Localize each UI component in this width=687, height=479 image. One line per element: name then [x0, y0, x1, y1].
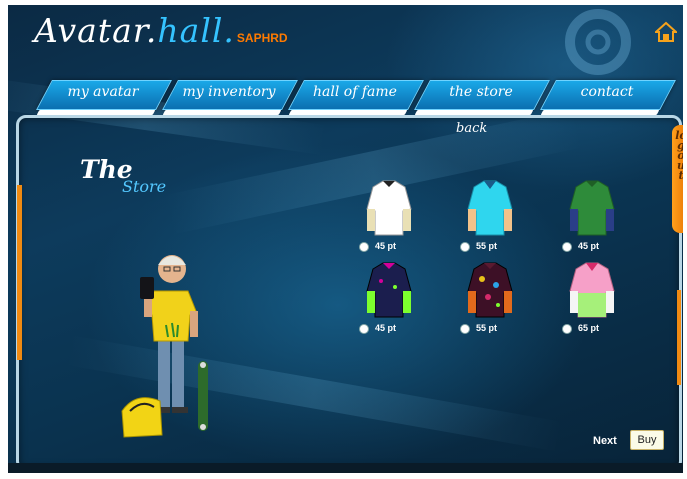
- tab-my-inventory[interactable]: my inventory: [162, 80, 298, 115]
- tab-label: my inventory: [182, 84, 276, 100]
- green-shirt-icon: [569, 180, 615, 236]
- store-item[interactable]: 45 pt: [359, 179, 419, 259]
- logo-avatar-text: Avatar.: [34, 11, 158, 50]
- cyan-polo-icon: [467, 180, 513, 236]
- store-item[interactable]: 45 pt: [359, 261, 419, 341]
- item-price: 55 pt: [460, 241, 530, 252]
- item-radio[interactable]: [359, 241, 369, 252]
- game-screen: Avatar.hall. SAPHRD my avatar my inventor…: [8, 5, 683, 473]
- tab-hall-of-fame[interactable]: hall of fame: [288, 80, 424, 115]
- item-price-text: 45 pt: [578, 241, 600, 251]
- next-button[interactable]: Next: [593, 435, 617, 447]
- logout-label[interactable]: logout: [675, 130, 683, 181]
- white-shirt-icon: [366, 180, 412, 236]
- tab-label: my avatar: [67, 84, 139, 100]
- item-radio[interactable]: [460, 241, 470, 252]
- item-price: 55 pt: [460, 323, 530, 334]
- item-price-text: 55 pt: [476, 241, 498, 251]
- tab-my-avatar[interactable]: my avatar: [36, 80, 172, 115]
- tab-contact[interactable]: contact: [540, 80, 676, 115]
- bottom-bar: [8, 463, 683, 473]
- home-icon[interactable]: [655, 21, 677, 43]
- item-price-text: 45 pt: [375, 241, 397, 251]
- item-price-text: 55 pt: [476, 323, 498, 333]
- item-price: 45 pt: [359, 241, 429, 252]
- store-item[interactable]: 65 pt: [562, 261, 622, 341]
- buy-button[interactable]: Buy: [630, 430, 664, 450]
- item-radio[interactable]: [359, 323, 369, 334]
- store-item[interactable]: 55 pt: [460, 179, 520, 259]
- tab-label: hall of fame: [313, 84, 397, 100]
- pink-green-polo-icon: [569, 262, 615, 318]
- item-radio[interactable]: [562, 323, 572, 334]
- logo-brand-text: SAPHRD: [236, 31, 288, 45]
- item-price-text: 45 pt: [375, 323, 397, 333]
- app-logo: Avatar.hall. SAPHRD: [34, 11, 288, 55]
- navy-neon-shirt-icon: [366, 262, 412, 318]
- store-item[interactable]: 45 pt: [562, 179, 622, 259]
- item-price-text: 65 pt: [578, 323, 600, 333]
- avatar-figure: [121, 255, 208, 438]
- main-nav: my avatar my inventory hall of fame the …: [36, 80, 683, 120]
- logo-hall-text: hall.: [157, 11, 235, 50]
- item-price: 65 pt: [562, 323, 632, 334]
- frame-accent-left: [17, 185, 22, 360]
- maroon-dotted-shirt-icon: [467, 262, 513, 318]
- frame-accent-right: [677, 290, 681, 385]
- item-radio[interactable]: [562, 241, 572, 252]
- item-price: 45 pt: [359, 323, 429, 334]
- item-price: 45 pt: [562, 241, 632, 252]
- tab-the-store[interactable]: the store: [414, 80, 550, 115]
- tab-label: contact: [580, 84, 634, 100]
- page-title-store: Store: [122, 177, 167, 196]
- item-radio[interactable]: [460, 323, 470, 334]
- swirl-decoration-icon: [565, 9, 631, 75]
- store-item[interactable]: 55 pt: [460, 261, 520, 341]
- tab-label: the store: [449, 84, 513, 100]
